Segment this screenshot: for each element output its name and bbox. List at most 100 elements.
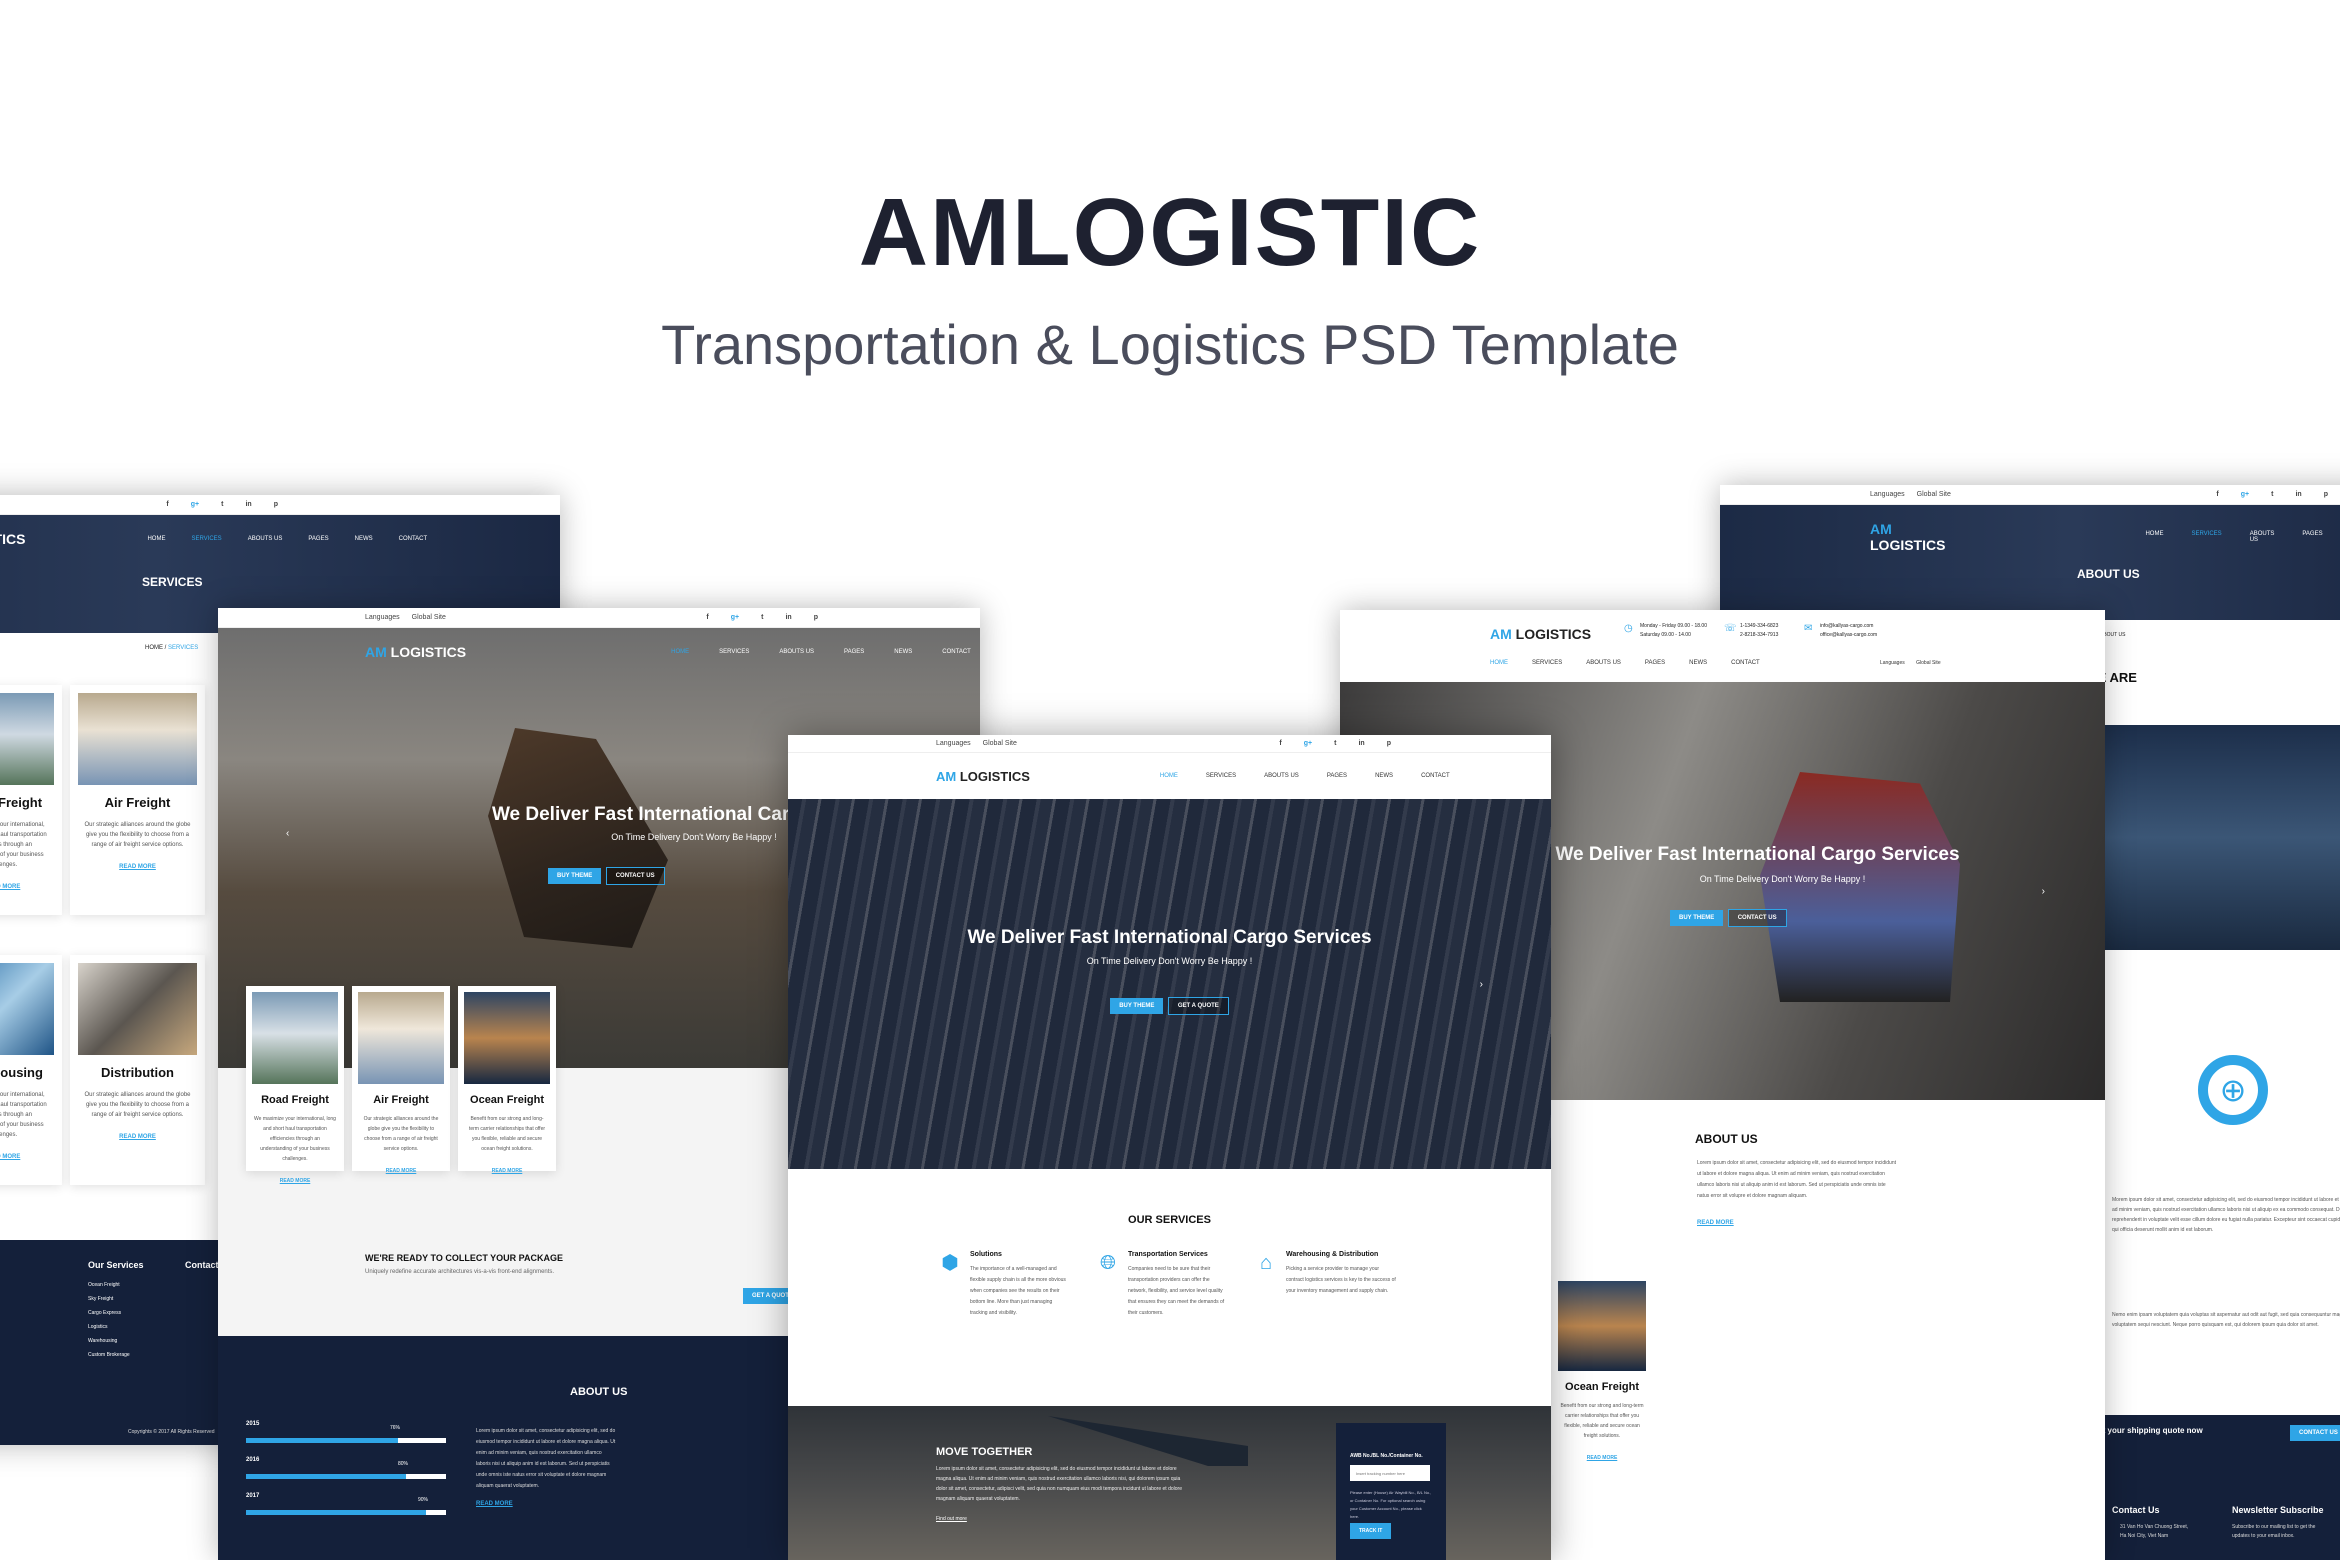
logo[interactable]: AM LOGISTICS (365, 644, 466, 660)
nav-contact[interactable]: CONTACT (399, 536, 428, 542)
footer-service-link[interactable]: Sky Freight (88, 1292, 144, 1306)
nav-home[interactable]: HOME (147, 536, 165, 542)
read-more-link[interactable]: READ MORE (1552, 1455, 1652, 1461)
nav-contact[interactable]: CONTACT (942, 649, 971, 655)
twitter-icon[interactable]: t (761, 614, 763, 621)
linkedin-icon[interactable]: in (2295, 491, 2301, 498)
global-site-dropdown[interactable]: Global Site (1916, 660, 1940, 666)
nav-about[interactable]: ABOUTS US (779, 649, 814, 655)
read-more-link[interactable]: READ MORE (246, 1178, 344, 1184)
linkedin-icon[interactable]: in (785, 614, 791, 621)
nav-news[interactable]: NEWS (1689, 660, 1707, 666)
languages-dropdown[interactable]: Languages (1870, 491, 1905, 498)
facebook-icon[interactable]: f (166, 501, 168, 508)
logo[interactable]: AM LOGISTICS (1490, 626, 1591, 642)
contact-us-button[interactable]: CONTACT US (1727, 909, 1787, 927)
languages-dropdown[interactable]: Languages (936, 740, 971, 747)
read-more-link[interactable]: READ MORE (0, 1154, 62, 1160)
tracking-number-input[interactable] (1350, 1465, 1430, 1481)
google-plus-icon[interactable]: g+ (1304, 740, 1312, 747)
service-card-ocean: Ocean Freight Benefit from our strong an… (458, 986, 556, 1174)
nav-services[interactable]: SERVICES (1532, 660, 1562, 666)
nav-about[interactable]: ABOUTS US (2250, 531, 2275, 543)
global-site-dropdown[interactable]: Global Site (1917, 491, 1951, 498)
read-more-link[interactable]: READ MORE (0, 884, 62, 890)
nav-home[interactable]: HOME (1160, 773, 1178, 779)
contact-us-button[interactable]: CONTACT US (2290, 1425, 2340, 1441)
nav-contact[interactable]: CONTACT (1421, 773, 1450, 779)
google-plus-icon[interactable]: g+ (191, 501, 199, 508)
progress-track (246, 1438, 446, 1443)
footer-service-link[interactable]: Warehousing (88, 1334, 144, 1348)
slider-next-arrow[interactable]: › (2042, 886, 2045, 897)
breadcrumb-home[interactable]: HOME / (145, 645, 166, 651)
buy-theme-button[interactable]: BUY THEME (1110, 998, 1164, 1014)
global-site-dropdown[interactable]: Global Site (412, 614, 446, 621)
nav-home[interactable]: HOME (1490, 660, 1508, 666)
footer-service-link[interactable]: Cargo Express (88, 1306, 144, 1320)
google-plus-icon[interactable]: g+ (731, 614, 739, 621)
nav-pages[interactable]: PAGES (2302, 531, 2322, 543)
buy-theme-button[interactable]: BUY THEME (548, 868, 602, 884)
read-more-link[interactable]: READ MORE (70, 1134, 205, 1140)
nav-pages[interactable]: PAGES (844, 649, 864, 655)
languages-dropdown[interactable]: Languages (365, 614, 400, 621)
read-more-link[interactable]: READ MORE (352, 1168, 450, 1174)
nav-services[interactable]: SERVICES (1206, 773, 1236, 779)
global-site-dropdown[interactable]: Global Site (983, 740, 1017, 747)
facebook-icon[interactable]: f (2216, 491, 2218, 498)
facebook-icon[interactable]: f (706, 614, 708, 621)
read-more-link[interactable]: READ MORE (458, 1168, 556, 1174)
get-quote-button[interactable]: GET A QUOTE (1167, 997, 1229, 1015)
linkedin-icon[interactable]: in (245, 501, 251, 508)
slider-next-arrow[interactable]: › (1480, 979, 1483, 990)
footer-service-link[interactable]: Logistics (88, 1320, 144, 1334)
pinterest-icon[interactable]: p (2324, 491, 2328, 498)
nav-pages[interactable]: PAGES (1327, 773, 1347, 779)
logo[interactable]: AM LOGISTICS (936, 769, 1030, 784)
card-title: Air Freight (373, 1094, 429, 1106)
nav-about[interactable]: ABOUTS US (1264, 773, 1299, 779)
nav-pages[interactable]: PAGES (308, 536, 328, 542)
buy-theme-button[interactable]: BUY THEME (1670, 910, 1724, 926)
nav-services[interactable]: SERVICES (719, 649, 749, 655)
card-text: Our strategic alliances around the globe… (84, 1092, 191, 1118)
twitter-icon[interactable]: t (2271, 491, 2273, 498)
nav-pages[interactable]: PAGES (1645, 660, 1665, 666)
read-more-link[interactable]: READ MORE (70, 864, 205, 870)
find-out-more-link[interactable]: Find out more (936, 1516, 967, 1522)
pinterest-icon[interactable]: p (274, 501, 278, 508)
twitter-icon[interactable]: t (1334, 740, 1336, 747)
read-more-link[interactable]: READ MORE (1697, 1220, 1734, 1226)
pinterest-icon[interactable]: p (814, 614, 818, 621)
service-item-solutions: ⬢ Solutions The importance of a well-mana… (938, 1251, 1070, 1319)
nav-home[interactable]: HOME (2145, 531, 2163, 543)
linkedin-icon[interactable]: in (1358, 740, 1364, 747)
track-it-button[interactable]: TRACK IT (1350, 1523, 1392, 1539)
cta-text: Uniquely redefine accurate architectures… (365, 1269, 555, 1275)
footer-service-link[interactable]: Ocean Freight (88, 1278, 144, 1292)
twitter-icon[interactable]: t (221, 501, 223, 508)
service-card-air: Air Freight Our strategic alliances arou… (70, 685, 205, 915)
footer-service-link[interactable]: Custom Brokerage (88, 1348, 144, 1362)
read-more-link[interactable]: READ MORE (476, 1501, 513, 1507)
google-plus-icon[interactable]: g+ (2241, 491, 2249, 498)
nav-contact[interactable]: CONTACT (1731, 660, 1760, 666)
service-card-distribution: Distribution Our strategic alliances aro… (70, 955, 205, 1185)
contact-us-button[interactable]: CONTACT US (605, 867, 665, 885)
nav-news[interactable]: NEWS (355, 536, 373, 542)
nav-home[interactable]: HOME (671, 649, 689, 655)
facebook-icon[interactable]: f (1279, 740, 1281, 747)
nav-news[interactable]: NEWS (1375, 773, 1393, 779)
languages-dropdown[interactable]: Languages (1880, 660, 1905, 666)
pinterest-icon[interactable]: p (1387, 740, 1391, 747)
nav-about[interactable]: ABOUTS US (1586, 660, 1621, 666)
nav-services[interactable]: SERVICES (2191, 531, 2221, 543)
slider-prev-arrow[interactable]: ‹ (286, 828, 289, 839)
logo-text[interactable]: LOGISTICS (0, 531, 25, 547)
card-text: Our strategic alliances around the globe… (363, 1116, 439, 1152)
nav-about[interactable]: ABOUTS US (248, 536, 283, 542)
nav-services[interactable]: SERVICES (191, 536, 221, 542)
logo[interactable]: AM LOGISTICS (1870, 521, 1945, 553)
nav-news[interactable]: NEWS (894, 649, 912, 655)
